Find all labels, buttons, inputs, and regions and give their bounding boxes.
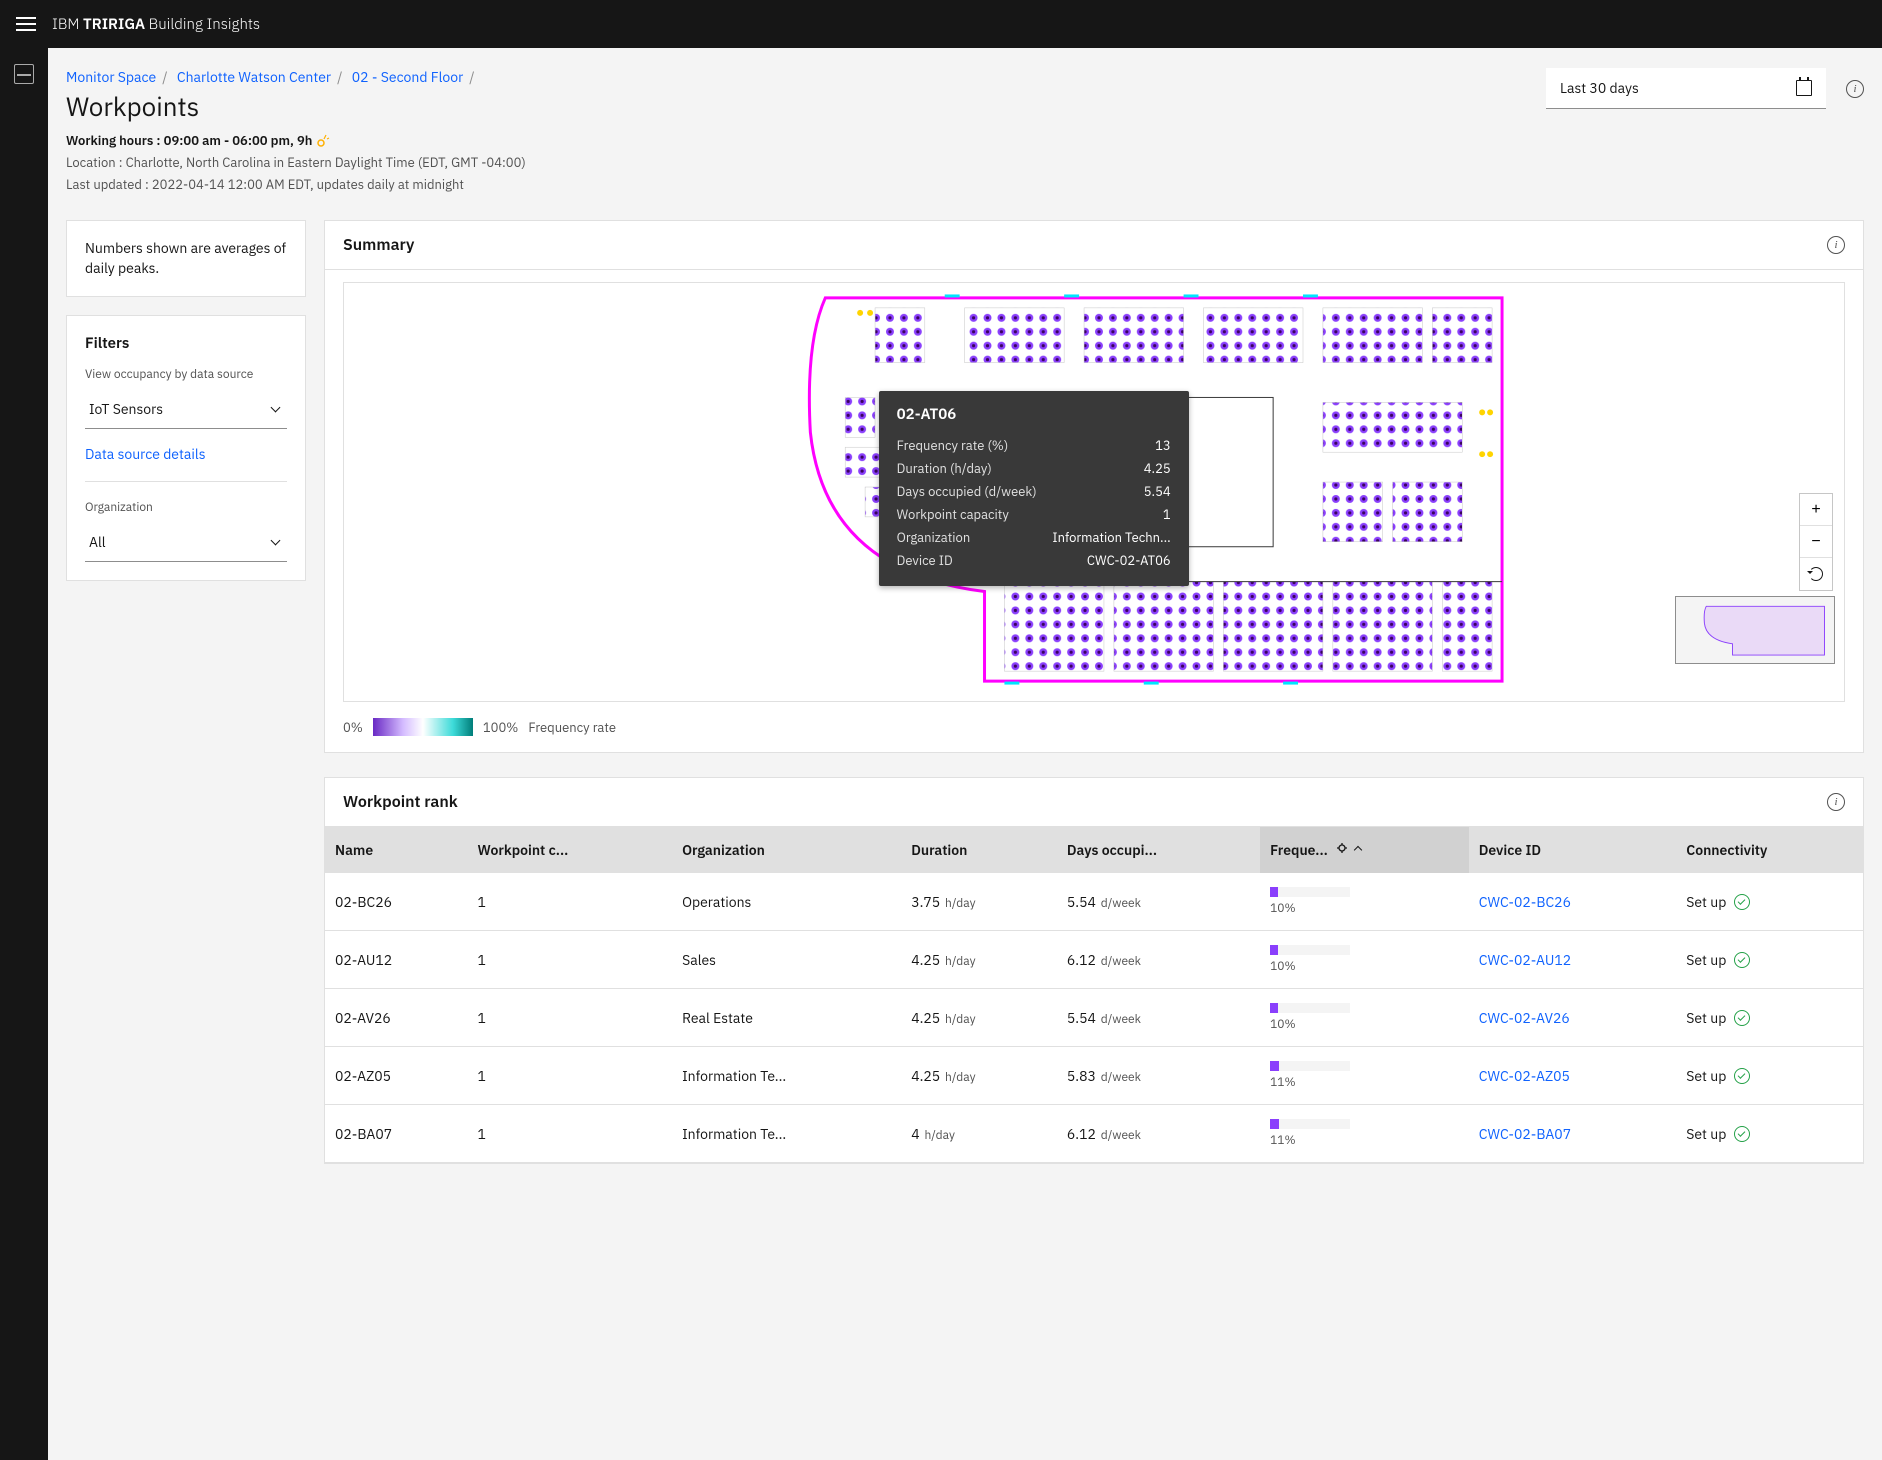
- product-brand: IBM TRIRIGA Building Insights: [52, 15, 260, 34]
- floor-plan[interactable]: 02-AT06 Frequency rate (%)13Duration (h/…: [325, 270, 1863, 716]
- page-title: Workpoints: [66, 90, 526, 124]
- organization-select[interactable]: All: [85, 525, 287, 562]
- table-row[interactable]: 02-AV261Real Estate4.25 h/day5.54 d/week…: [325, 989, 1863, 1047]
- page-meta: Working hours : 09:00 am - 06:00 pm, 9h …: [66, 130, 526, 196]
- workpoint-rank-panel: Workpoint rank i Name Workpoint c... Org…: [324, 777, 1864, 1164]
- info-icon[interactable]: i: [1846, 80, 1864, 98]
- workpoint-tooltip: 02-AT06 Frequency rate (%)13Duration (h/…: [879, 391, 1189, 586]
- data-source-details-link[interactable]: Data source details: [85, 445, 206, 463]
- calendar-icon: [1796, 80, 1812, 96]
- device-link[interactable]: CWC-02-AZ05: [1479, 1067, 1570, 1085]
- zoom-out-button[interactable]: −: [1800, 526, 1832, 558]
- reset-icon: [1809, 567, 1823, 581]
- space-nav-icon[interactable]: [14, 64, 34, 84]
- breadcrumb-link[interactable]: 02 - Second Floor: [352, 68, 463, 86]
- chevron-down-icon: [269, 535, 283, 549]
- checkmark working-icon: [1734, 1126, 1750, 1142]
- breadcrumb-link[interactable]: Charlotte Watson Center: [177, 68, 331, 86]
- rank-title: Workpoint rank: [343, 792, 458, 812]
- checkmark working-icon: [1734, 952, 1750, 968]
- tip-text: Numbers shown are averages of daily peak…: [85, 239, 287, 278]
- checkmark working-icon: [1734, 1068, 1750, 1084]
- weather-icon: [315, 133, 331, 149]
- col-organization[interactable]: Organization: [672, 827, 901, 873]
- reset-view-button[interactable]: [1800, 558, 1832, 590]
- table-header: Name Workpoint c... Organization Duratio…: [325, 827, 1863, 873]
- col-device-id[interactable]: Device ID: [1469, 827, 1677, 873]
- col-connectivity[interactable]: Connectivity: [1676, 827, 1863, 873]
- breadcrumb-link[interactable]: Monitor Space: [66, 68, 156, 86]
- date-range-picker[interactable]: Last 30 days: [1546, 68, 1826, 109]
- legend-gradient: [373, 718, 473, 736]
- col-capacity[interactable]: Workpoint c...: [467, 827, 672, 873]
- menu-icon[interactable]: [16, 17, 36, 31]
- chevron-down-icon: [269, 402, 283, 416]
- checkmark working-icon: [1734, 1010, 1750, 1026]
- main-content: Monitor Space/ Charlotte Watson Center/ …: [48, 48, 1882, 1460]
- minimap[interactable]: [1675, 596, 1835, 664]
- table-row[interactable]: 02-BA071Information Te...4 h/day6.12 d/w…: [325, 1105, 1863, 1163]
- workpoint-table: Name Workpoint c... Organization Duratio…: [325, 827, 1863, 1163]
- device-link[interactable]: CWC-02-BC26: [1479, 893, 1571, 911]
- data-source-select[interactable]: IoT Sensors: [85, 392, 287, 429]
- sort-asc-icon: [1353, 843, 1363, 853]
- left-rail: [0, 48, 48, 1460]
- frequency-legend: 0% 100% Frequency rate: [325, 716, 1863, 752]
- col-duration[interactable]: Duration: [901, 827, 1057, 873]
- device-link[interactable]: CWC-02-AV26: [1479, 1009, 1570, 1027]
- map-controls: + −: [1799, 493, 1833, 591]
- top-bar: IBM TRIRIGA Building Insights: [0, 0, 1882, 48]
- col-frequency[interactable]: Freque...: [1260, 827, 1469, 873]
- table-row[interactable]: 02-AZ051Information Te...4.25 h/day5.83 …: [325, 1047, 1863, 1105]
- device-link[interactable]: CWC-02-BA07: [1479, 1125, 1571, 1143]
- col-days[interactable]: Days occupi...: [1057, 827, 1260, 873]
- filters-sidebar: Numbers shown are averages of daily peak…: [66, 220, 306, 1164]
- breadcrumb: Monitor Space/ Charlotte Watson Center/ …: [66, 68, 526, 86]
- col-name[interactable]: Name: [325, 827, 467, 873]
- table-row[interactable]: 02-BC261Operations3.75 h/day5.54 d/week1…: [325, 873, 1863, 931]
- summary-title: Summary: [343, 235, 414, 255]
- table-row[interactable]: 02-AU121Sales4.25 h/day6.12 d/week10%CWC…: [325, 931, 1863, 989]
- checkmark working-icon: [1734, 894, 1750, 910]
- info-icon[interactable]: i: [1827, 793, 1845, 811]
- zoom-in-button[interactable]: +: [1800, 494, 1832, 526]
- info-icon[interactable]: i: [1827, 236, 1845, 254]
- summary-panel: Summary i: [324, 220, 1864, 753]
- device-link[interactable]: CWC-02-AU12: [1479, 951, 1571, 969]
- settings-icon: [1335, 841, 1349, 855]
- filters-heading: Filters: [85, 334, 287, 353]
